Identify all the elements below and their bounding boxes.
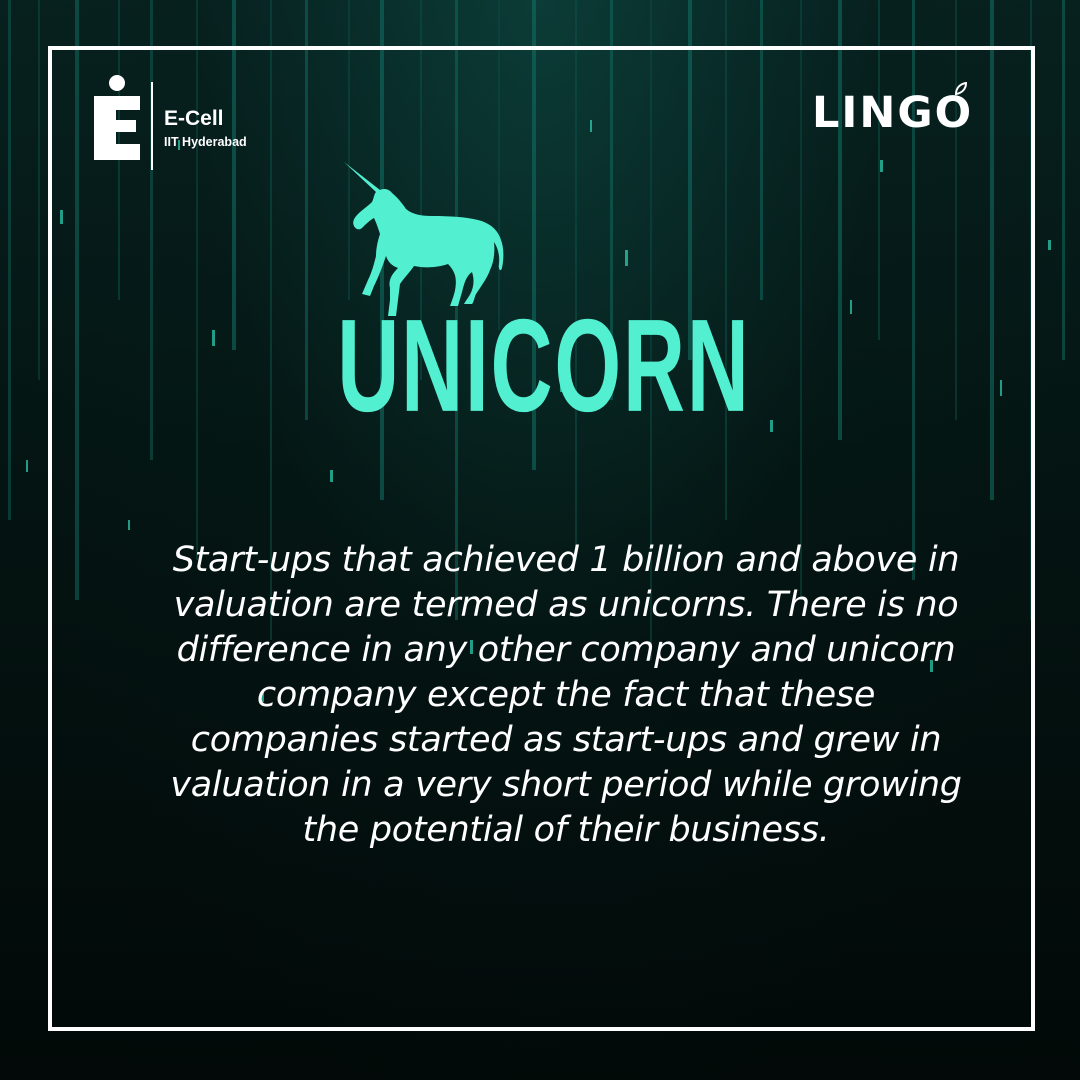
- e-cell-logo-icon: [94, 75, 140, 160]
- lingo-logo: LINGO: [812, 88, 974, 138]
- ecell-subtitle: IIT Hyderabad: [164, 135, 247, 149]
- description-text: Start-ups that achieved 1 billion and ab…: [170, 540, 962, 850]
- page-title: UNICORN: [80, 300, 1009, 432]
- post-canvas: E-Cell IIT Hyderabad LINGO UNICORN Start…: [0, 0, 1080, 1080]
- leaf-accent-icon: [954, 82, 968, 96]
- title-text: UNICORN: [337, 292, 751, 440]
- ecell-logo: E-Cell IIT Hyderabad: [92, 74, 292, 174]
- logo-divider: [151, 82, 153, 170]
- ecell-name: E-Cell: [164, 107, 224, 130]
